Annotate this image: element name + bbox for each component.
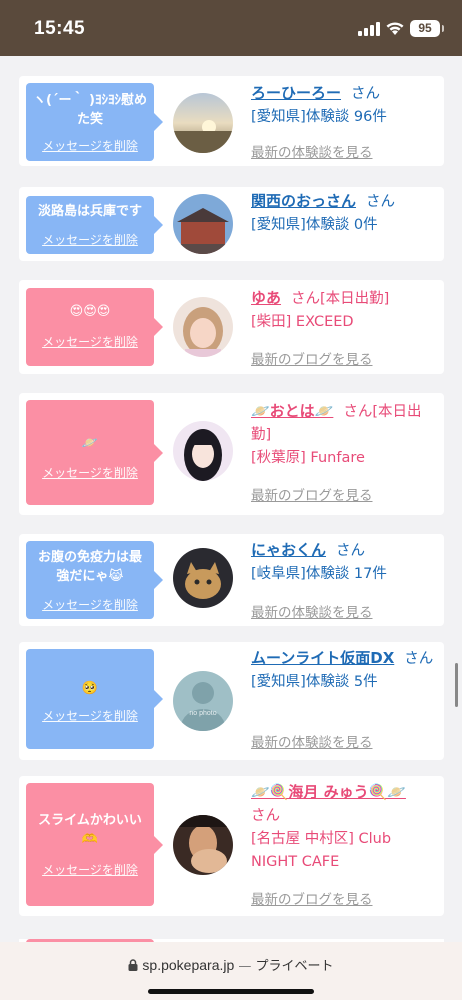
message-text: ヽ(´ー｀ )ﾖｼﾖｼ慰めた笑 [33, 93, 147, 127]
avatar[interactable]: no photo [173, 671, 233, 731]
delete-message-link[interactable]: メッセージを削除 [26, 231, 154, 248]
list-item: 🥺 メッセージを削除 no photo ムーンライト仮面DX さん [愛知県]体験… [19, 642, 444, 760]
message-list: ヽ(´ー｀ )ﾖｼﾖｼ慰めた笑 メッセージを削除 ろーひーろー さん [愛知県]体… [0, 56, 462, 942]
message-bubble: 🪐 メッセージを削除 [26, 400, 163, 505]
delete-message-link[interactable]: メッセージを削除 [26, 707, 154, 724]
latest-review-link[interactable]: 最新の体験談を見る [251, 731, 373, 751]
user-info: 🪐おとは🪐 さん[本日出勤] [秋葉原] Funfare [251, 400, 439, 470]
user-name-link[interactable]: 🪐🍭海月 みゅう🍭🪐 [251, 783, 406, 801]
wifi-icon [386, 22, 404, 35]
url-domain: sp.pokepara.jp [142, 957, 235, 973]
user-info: ろーひーろー さん [愛知県]体験談 96件 [251, 82, 439, 129]
battery-icon: 95 [410, 20, 444, 37]
user-detail: [名古屋 中村区] Club NIGHT CAFE [251, 831, 392, 870]
user-detail: [愛知県]体験談 0件 [251, 217, 378, 233]
no-photo-text: no photo [189, 710, 216, 717]
user-info: 関西のおっさん さん [愛知県]体験談 0件 [251, 190, 439, 237]
user-detail: [柴田] EXCEED [251, 314, 354, 330]
message-text: お腹の免疫力は最強だにゃ😹 [37, 550, 142, 584]
user-info: ムーンライト仮面DX さん [愛知県]体験談 5件 [251, 647, 439, 694]
avatar[interactable] [173, 194, 233, 254]
honorific: さん [251, 808, 280, 824]
latest-review-link[interactable]: 最新の体験談を見る [251, 141, 373, 161]
user-detail: [愛知県]体験談 5件 [251, 674, 378, 690]
user-detail: [愛知県]体験談 96件 [251, 109, 387, 125]
user-info: 🪐🍭海月 みゅう🍭🪐 さん [名古屋 中村区] Club NIGHT CAFE [251, 781, 439, 874]
url-display[interactable]: sp.pokepara.jp — プライベート [0, 955, 462, 974]
message-bubble: 淡路島は兵庫です メッセージを削除 [26, 196, 163, 254]
avatar[interactable] [173, 548, 233, 608]
message-text: 🪐 [81, 436, 99, 451]
latest-blog-link[interactable]: 最新のブログを見る [251, 484, 373, 504]
message-text: 😍😍😍 [69, 304, 111, 319]
message-text: スライムかわいい🫶 [38, 813, 142, 847]
scrollbar[interactable] [455, 663, 458, 707]
status-time: 15:45 [34, 18, 86, 39]
honorific: さん [366, 194, 396, 210]
list-item: お腹の免疫力は最強だにゃ😹 メッセージを削除 にゃおくん さん [岐阜県]体験談 … [19, 534, 444, 626]
message-bubble: 😍😍😍 メッセージを削除 [26, 288, 163, 366]
cellular-signal-icon [358, 22, 380, 36]
latest-blog-link[interactable]: 最新のブログを見る [251, 888, 373, 908]
delete-message-link[interactable]: メッセージを削除 [26, 137, 154, 154]
home-indicator[interactable] [148, 989, 314, 994]
list-item: ヽ(´ー｀ )ﾖｼﾖｼ慰めた笑 メッセージを削除 ろーひーろー さん [愛知県]体… [19, 76, 444, 166]
list-item: スライムかわいい🫶 メッセージを削除 🪐🍭海月 みゅう🍭🪐 さん [名古屋 中村区… [19, 776, 444, 916]
status-bar: 15:45 95 [0, 0, 462, 56]
user-name-link[interactable]: にゃおくん [251, 541, 326, 559]
user-name-link[interactable]: 🪐おとは🪐 [251, 402, 333, 420]
delete-message-link[interactable]: メッセージを削除 [26, 861, 154, 878]
avatar[interactable] [173, 421, 233, 481]
honorific: さん [336, 543, 366, 559]
delete-message-link[interactable]: メッセージを削除 [26, 464, 154, 481]
user-name-link[interactable]: 関西のおっさん [251, 192, 356, 210]
message-bubble: スライムかわいい🫶 メッセージを削除 [26, 783, 163, 906]
message-text: 淡路島は兵庫です [37, 204, 142, 219]
avatar[interactable] [173, 815, 233, 875]
user-info: にゃおくん さん [岐阜県]体験談 17件 [251, 539, 439, 586]
url-separator: — [238, 959, 252, 974]
message-text: 🥺 [81, 681, 99, 696]
user-detail: [岐阜県]体験談 17件 [251, 566, 387, 582]
user-name-link[interactable]: ムーンライト仮面DX [251, 649, 394, 667]
list-item: 🪐 メッセージを削除 🪐おとは🪐 さん[本日出勤] [秋葉原] Funfare 最… [19, 393, 444, 515]
list-item: 淡路島は兵庫です メッセージを削除 関西のおっさん さん [愛知県]体験談 0件 [19, 187, 444, 261]
message-bubble: お腹の免疫力は最強だにゃ😹 メッセージを削除 [26, 541, 163, 619]
delete-message-link[interactable]: メッセージを削除 [26, 333, 154, 350]
message-bubble: 🥺 メッセージを削除 [26, 649, 163, 749]
honorific: さん[本日出勤] [291, 291, 390, 307]
message-bubble: ヽ(´ー｀ )ﾖｼﾖｼ慰めた笑 メッセージを削除 [26, 83, 163, 161]
user-name-link[interactable]: ろーひーろー [251, 84, 341, 102]
delete-message-link[interactable]: メッセージを削除 [26, 596, 154, 613]
browser-address-bar[interactable]: sp.pokepara.jp — プライベート [0, 942, 462, 1000]
private-mode-label: プライベート [255, 959, 334, 974]
avatar[interactable] [173, 297, 233, 357]
lock-icon [128, 959, 138, 971]
user-detail: [秋葉原] Funfare [251, 450, 365, 466]
user-info: ゆあ さん[本日出勤] [柴田] EXCEED [251, 287, 439, 334]
honorific: さん [351, 86, 381, 102]
user-name-link[interactable]: ゆあ [251, 289, 281, 307]
latest-blog-link[interactable]: 最新のブログを見る [251, 348, 373, 368]
avatar[interactable] [173, 93, 233, 153]
list-item: 😍😍😍 メッセージを削除 ゆあ さん[本日出勤] [柴田] EXCEED 最新のブ… [19, 280, 444, 374]
latest-review-link[interactable]: 最新の体験談を見る [251, 601, 373, 621]
honorific: さん [404, 651, 434, 667]
